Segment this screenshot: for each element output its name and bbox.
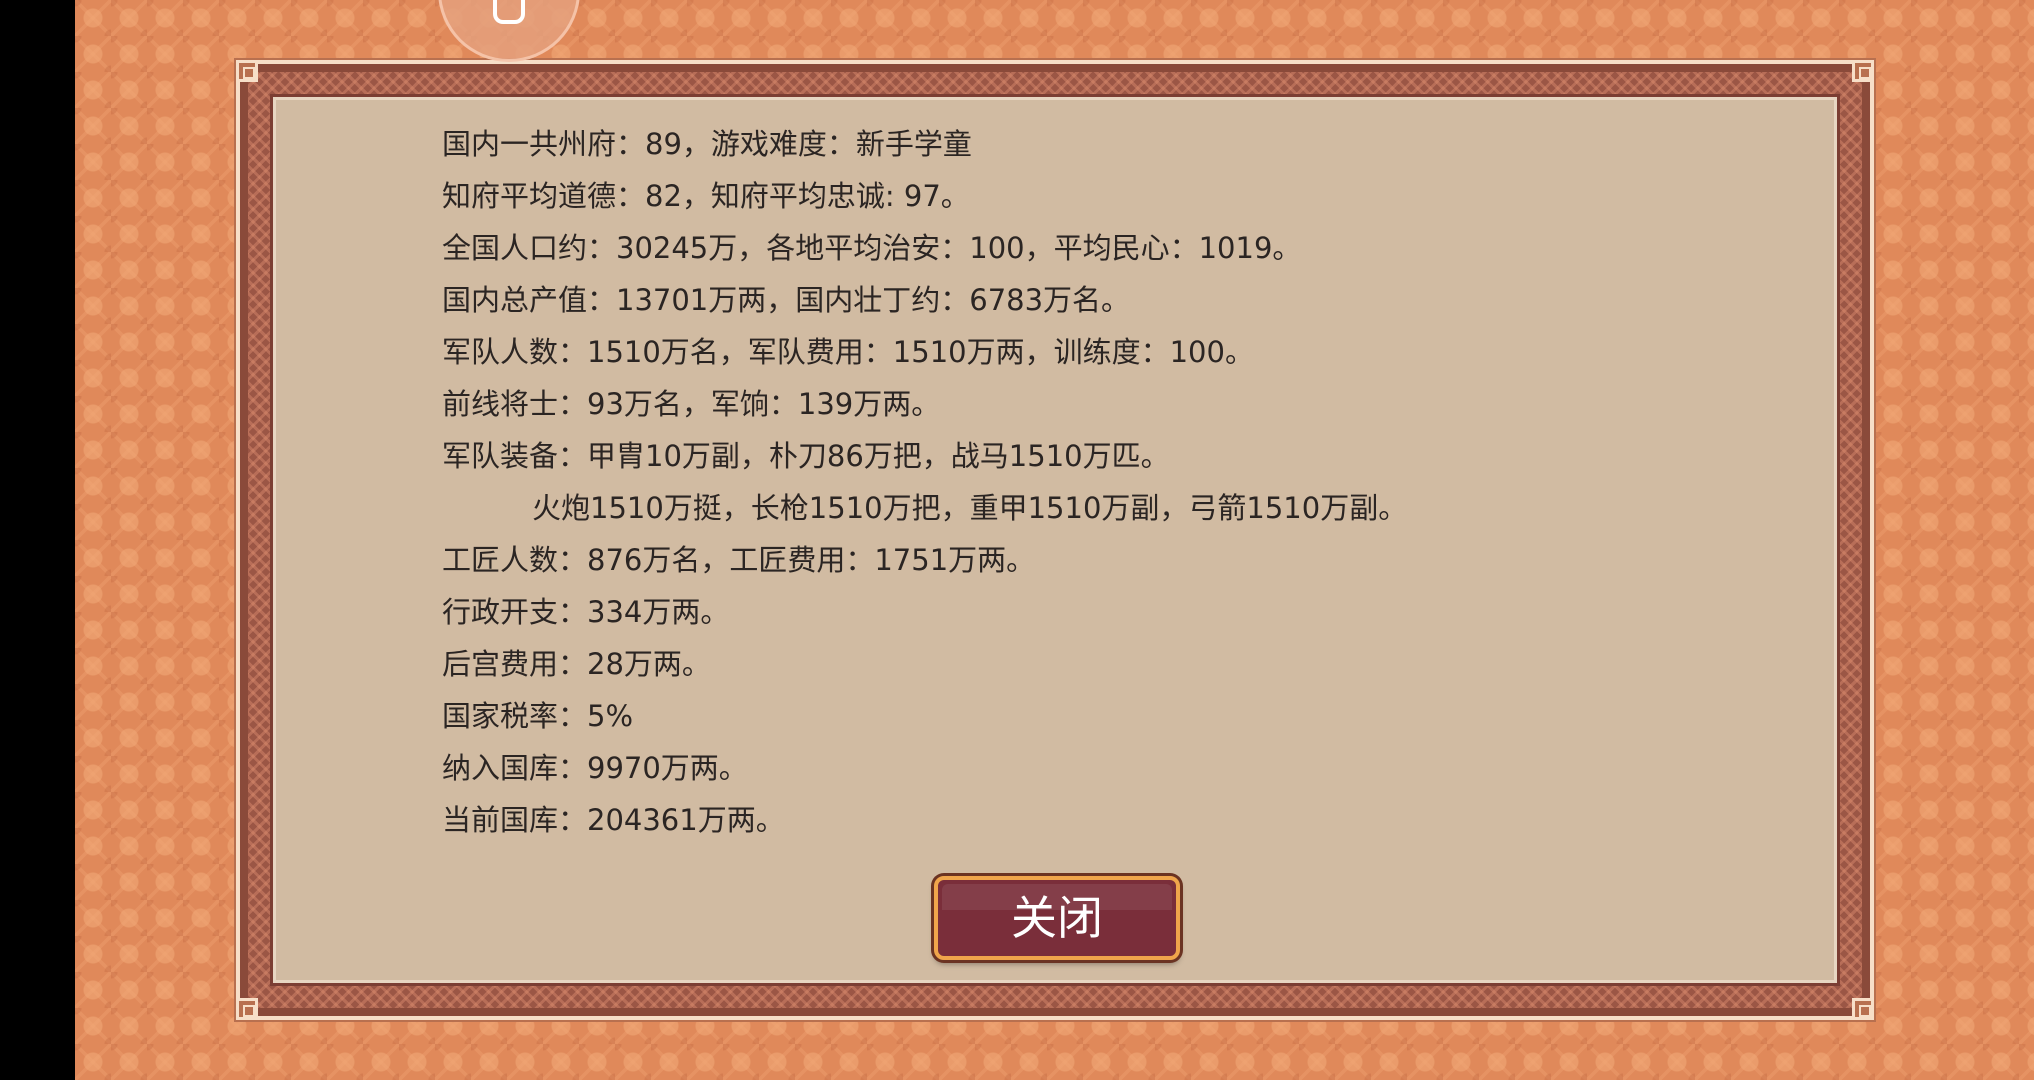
left-black-bar (0, 0, 75, 1080)
close-button[interactable]: 关闭 (934, 876, 1180, 960)
stat-line-current-treasury: 当前国库：204361万两。 (442, 803, 785, 837)
stat-line-tax-rate: 国家税率：5% (442, 699, 634, 733)
game-screen: 国内一共州府：89，游戏难度：新手学童 知府平均道德：82，知府平均忠诚: 97… (0, 0, 2034, 1080)
pocket-icon (493, 0, 525, 24)
frame-corner-ornament (1852, 998, 1874, 1020)
stat-line-population: 全国人口约：30245万，各地平均治安：100，平均民心：1019。 (442, 231, 1302, 265)
stat-line-provinces: 国内一共州府：89，游戏难度：新手学童 (442, 127, 972, 161)
stat-line-harem: 后宫费用：28万两。 (442, 647, 711, 681)
stat-line-treasury-income: 纳入国库：9970万两。 (442, 751, 748, 785)
frame-corner-ornament (1852, 60, 1874, 82)
stat-line-administration: 行政开支：334万两。 (442, 595, 730, 629)
stat-line-craftsmen: 工匠人数：876万名，工匠费用：1751万两。 (442, 543, 1036, 577)
stat-line-equipment: 军队装备：甲胄10万副，朴刀86万把，战马1510万匹。 (442, 439, 1170, 473)
frame-corner-ornament (236, 60, 258, 82)
national-stats-list: 国内一共州府：89，游戏难度：新手学童 知府平均道德：82，知府平均忠诚: 97… (442, 118, 1742, 846)
stat-line-army: 军队人数：1510万名，军队费用：1510万两，训练度：100。 (442, 335, 1254, 369)
stat-line-frontline: 前线将士：93万名，军饷：139万两。 (442, 387, 941, 421)
stat-line-prefect-morality: 知府平均道德：82，知府平均忠诚: 97。 (442, 179, 970, 213)
stat-line-output: 国内总产值：13701万两，国内壮丁约：6783万名。 (442, 283, 1131, 317)
frame-corner-ornament (236, 998, 258, 1020)
stat-line-equipment-continued: 火炮1510万挺，长枪1510万把，重甲1510万副，弓箭1510万副。 (532, 491, 1408, 525)
